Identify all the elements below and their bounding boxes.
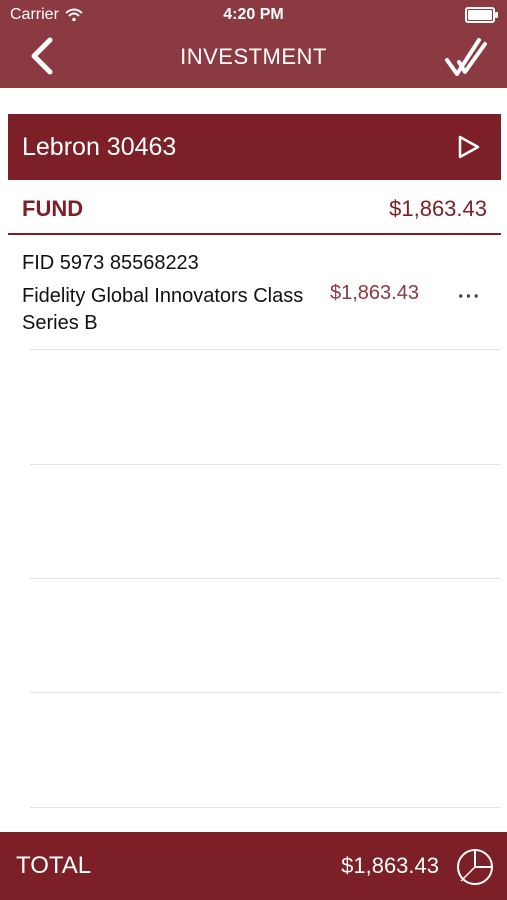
fund-section-header: FUND $1,863.43: [8, 185, 501, 235]
navigation-bar: Carrier 4:20 PM INVESTMENT: [0, 0, 507, 88]
row-divider: [30, 807, 501, 808]
total-footer: TOTAL $1,863.43: [0, 832, 507, 900]
row-divider: [30, 692, 501, 693]
total-value: $1,863.43: [341, 853, 439, 878]
battery-icon: [465, 7, 498, 23]
more-options-button[interactable]: ···: [458, 286, 481, 309]
fund-total: $1,863.43: [389, 196, 487, 221]
row-divider: [30, 464, 501, 465]
pie-chart-icon[interactable]: [455, 847, 495, 887]
page-title: INVESTMENT: [180, 44, 327, 69]
fund-row[interactable]: FID 5973 85568223 Fidelity Global Innova…: [0, 236, 507, 350]
row-divider: [30, 349, 501, 350]
fund-amount: $1,863.43: [330, 282, 419, 304]
status-bar: Carrier 4:20 PM: [0, 0, 507, 30]
fund-id: FID 5973 85568223: [22, 252, 199, 274]
double-check-icon[interactable]: [443, 36, 487, 80]
account-header[interactable]: Lebron 30463: [8, 114, 501, 180]
status-time: 4:20 PM: [223, 6, 284, 23]
row-divider: [30, 578, 501, 579]
fund-label: FUND: [22, 196, 84, 221]
play-triangle-icon[interactable]: [457, 135, 481, 159]
fund-name: Fidelity Global Innovators Class Series …: [22, 285, 304, 334]
total-label: TOTAL: [16, 852, 92, 879]
account-name: Lebron 30463: [22, 133, 177, 161]
